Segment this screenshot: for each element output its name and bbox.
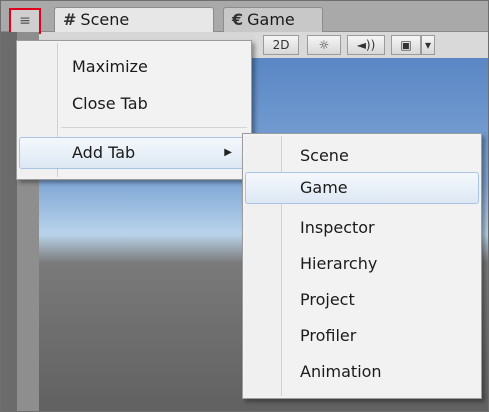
submenu-arrow-icon: ▶ <box>224 147 232 158</box>
tab-scene-label: Scene <box>80 10 130 29</box>
lighting-icon[interactable]: ☼ <box>307 35 341 55</box>
menu-item-close-tab[interactable]: Close Tab <box>19 88 249 120</box>
submenu-item-animation[interactable]: Animation <box>245 356 479 388</box>
menu-item-maximize[interactable]: Maximize <box>19 51 249 83</box>
submenu-item-hierarchy[interactable]: Hierarchy <box>245 248 479 280</box>
menu-separator <box>61 127 247 128</box>
add-tab-submenu: Scene Game Inspector Hierarchy Project P… <box>242 133 482 399</box>
submenu-item-profiler[interactable]: Profiler <box>245 320 479 352</box>
submenu-item-inspector[interactable]: Inspector <box>245 212 479 244</box>
submenu-item-scene[interactable]: Scene <box>245 140 479 172</box>
mode-2d-button[interactable]: 2D <box>263 35 299 55</box>
tab-menu-button[interactable]: ≡ <box>9 8 41 34</box>
fx-dropdown-icon[interactable]: ▾ <box>421 35 435 55</box>
tab-game-label: Game <box>247 10 295 29</box>
audio-icon[interactable]: ◄)) <box>347 35 385 55</box>
submenu-item-project[interactable]: Project <box>245 284 479 316</box>
left-panel-edge <box>1 32 17 411</box>
fx-icon[interactable]: ▣ <box>391 35 421 55</box>
tab-menu-icon: ≡ <box>19 13 31 29</box>
scene-toolbar: 2D ☼ ◄)) ▣ ▾ <box>255 32 488 59</box>
scene-tab-icon: # <box>63 10 77 29</box>
menu-item-add-tab-label: Add Tab <box>72 143 136 162</box>
game-tab-icon: € <box>232 10 244 29</box>
tab-game[interactable]: € Game <box>223 7 323 32</box>
submenu-item-game[interactable]: Game <box>245 172 479 204</box>
tab-strip: # Scene € Game <box>1 1 488 32</box>
menu-item-add-tab[interactable]: Add Tab ▶ <box>19 137 249 169</box>
tab-context-menu: Maximize Close Tab Add Tab ▶ <box>16 40 252 180</box>
tab-scene[interactable]: # Scene <box>54 7 214 32</box>
